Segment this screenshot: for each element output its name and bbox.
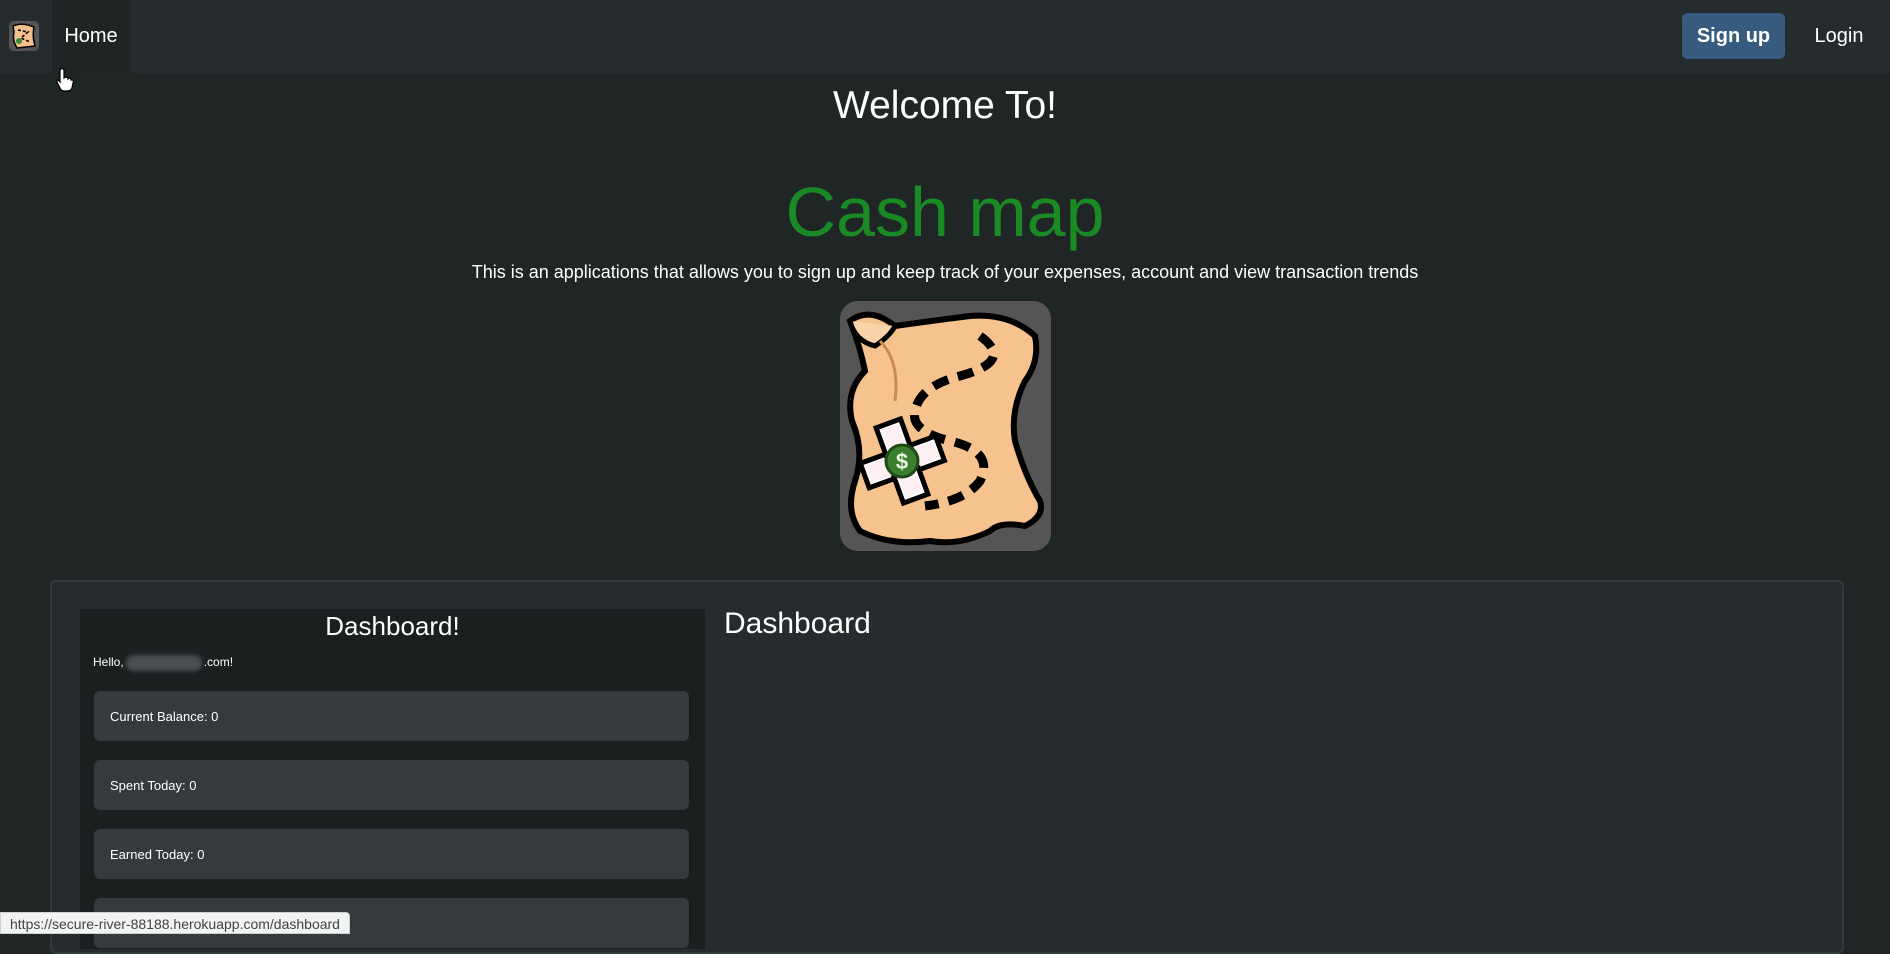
svg-text:$: $ [896,449,908,474]
greeting-prefix: Hello, [93,655,124,670]
redacted-email [125,655,202,671]
welcome-heading: Welcome To! [833,84,1057,127]
app-description: This is an applications that allows you … [471,262,1419,282]
app-name-heading: Cash map [785,173,1105,251]
preview-greeting: Hello, .com! [93,655,233,671]
stat-current-balance: Current Balance: 0 [94,691,689,741]
top-navbar: Home Sign up Login [0,0,1890,73]
stat-earned-today: Earned Today: 0 [94,829,689,879]
status-bar-url: https://secure-river-88188.herokuapp.com… [0,912,350,934]
dashboard-heading: Dashboard [724,607,871,640]
brand-logo-icon[interactable] [8,20,40,52]
cash-map-logo-image: $ [840,301,1051,551]
preview-title: Dashboard! [325,611,460,641]
nav-home-link[interactable]: Home [52,0,130,73]
stat-spent-today: Spent Today: 0 [94,760,689,810]
signup-button[interactable]: Sign up [1682,13,1785,59]
login-button[interactable]: Login [1800,13,1878,59]
greeting-suffix: .com! [203,655,234,670]
dashboard-preview-image: Dashboard! Hello, .com! Current Balance: … [80,609,705,949]
